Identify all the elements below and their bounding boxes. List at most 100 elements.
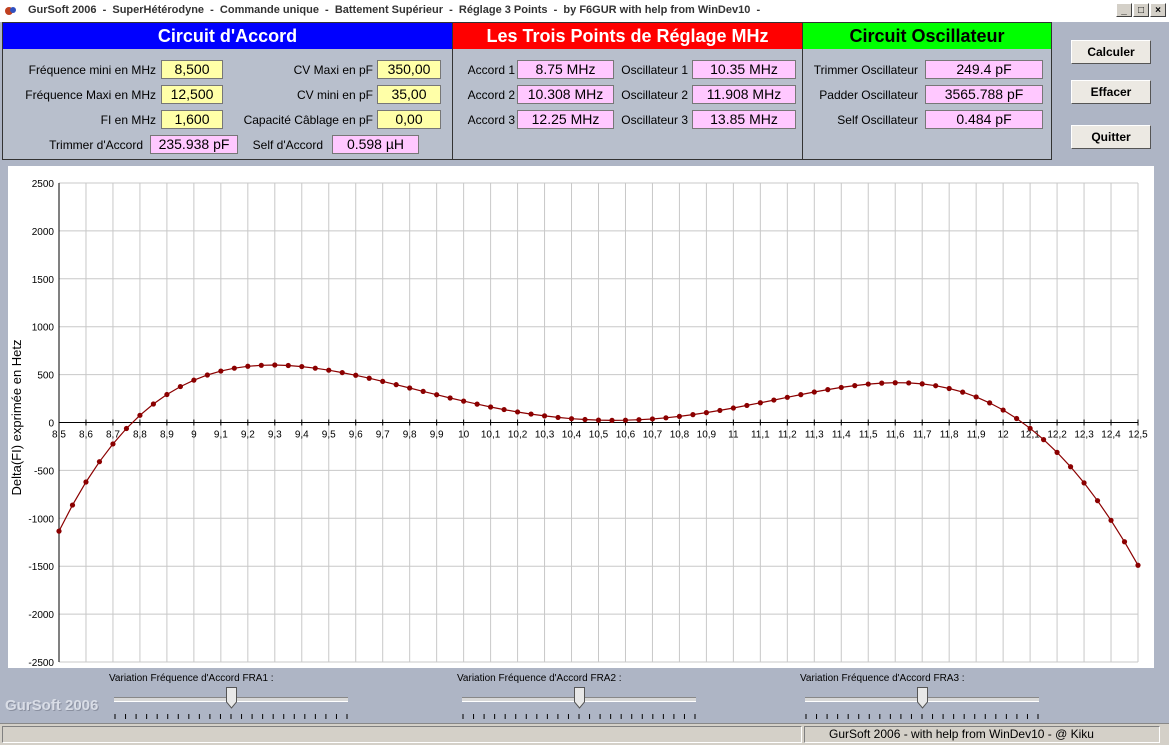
- x-tick-label: 12,2: [1047, 430, 1067, 441]
- x-tick-label: 11: [728, 430, 739, 441]
- x-tick-label: 10,9: [697, 430, 717, 441]
- data-point: [353, 372, 359, 378]
- data-point: [784, 394, 790, 400]
- y-tick-label: -2500: [28, 658, 54, 668]
- panel-trois-points: Les Trois Points de Réglage MHz Accord 1…: [452, 22, 803, 160]
- data-point: [218, 368, 224, 374]
- data-point: [272, 362, 278, 368]
- minimize-button[interactable]: _: [1116, 3, 1132, 17]
- osc1-field: 10.35 MHz: [692, 60, 796, 79]
- data-point: [1135, 562, 1141, 568]
- status-text: GurSoft 2006 - with help from WinDev10 -…: [804, 726, 1160, 743]
- data-point: [191, 377, 197, 383]
- trimmer-accord-label: Trimmer d'Accord: [49, 138, 143, 152]
- freq-min-field[interactable]: 8,500: [161, 60, 223, 79]
- capa-field[interactable]: 0,00: [377, 110, 441, 129]
- slider-fra1-thumb[interactable]: [225, 687, 237, 709]
- data-point: [555, 414, 561, 421]
- data-point: [393, 382, 399, 388]
- slider-fra2-thumb[interactable]: [573, 687, 585, 709]
- data-point: [1000, 407, 1006, 413]
- x-tick-label: 10,1: [481, 430, 501, 441]
- freq-max-field[interactable]: 12,500: [161, 85, 223, 104]
- slider-fra2-label: Variation Fréquence d'Accord FRA2 :: [457, 673, 622, 684]
- x-tick-label: 9,7: [376, 430, 390, 441]
- gursoft-watermark: GurSoft 2006: [5, 697, 99, 714]
- data-point: [461, 398, 467, 404]
- data-point: [730, 405, 736, 411]
- data-point: [663, 415, 669, 421]
- fi-field[interactable]: 1,600: [161, 110, 223, 129]
- data-point: [366, 375, 372, 381]
- data-point: [879, 380, 885, 386]
- cv-maxi-field[interactable]: 350,00: [377, 60, 441, 79]
- cv-mini-field[interactable]: 35,00: [377, 85, 441, 104]
- accord3-field: 12.25 MHz: [517, 110, 614, 129]
- data-point: [609, 417, 615, 423]
- data-point: [541, 413, 548, 419]
- x-tick-label: 10,8: [670, 430, 690, 441]
- data-point: [1027, 425, 1033, 431]
- data-point: [690, 412, 696, 418]
- data-point: [568, 416, 575, 422]
- data-point: [501, 406, 507, 413]
- self-accord-field: 0.598 µH: [332, 135, 419, 154]
- data-point: [380, 378, 386, 385]
- x-tick-label: 9,4: [295, 430, 309, 441]
- data-point: [1108, 517, 1114, 523]
- data-point: [811, 389, 817, 395]
- data-point: [407, 385, 413, 391]
- data-point: [919, 381, 925, 387]
- data-point: [299, 363, 305, 370]
- x-tick-label: 12: [998, 430, 1010, 441]
- slider-fra1-ticks: [114, 714, 348, 719]
- slider-fra3-thumb[interactable]: [916, 687, 928, 709]
- x-tick-label: 9,1: [214, 430, 228, 441]
- slider-fra3-ticks: [805, 714, 1039, 719]
- data-point: [636, 417, 642, 423]
- y-tick-label: 1000: [32, 323, 55, 334]
- self-accord-label: Self d'Accord: [252, 138, 323, 152]
- data-point: [649, 416, 656, 422]
- effacer-button[interactable]: Effacer: [1071, 80, 1151, 104]
- x-tick-label: 10,4: [562, 430, 582, 441]
- slider-fra3-label: Variation Fréquence d'Accord FRA3 :: [800, 673, 965, 684]
- x-tick-label: 10,5: [589, 430, 609, 441]
- data-point: [110, 441, 116, 447]
- data-point: [137, 412, 143, 418]
- cv-mini-label: CV mini en pF: [296, 88, 373, 102]
- padder-osc-field: 3565.788 pF: [925, 85, 1043, 104]
- data-point: [420, 388, 426, 394]
- cv-maxi-label: CV Maxi en pF: [293, 63, 373, 77]
- data-point: [825, 387, 831, 393]
- x-tick-label: 10: [458, 430, 470, 441]
- calculer-button[interactable]: Calculer: [1071, 40, 1151, 64]
- data-point: [744, 402, 750, 409]
- x-tick-label: 9,3: [268, 430, 282, 441]
- data-point: [231, 365, 237, 371]
- self-osc-field: 0.484 pF: [925, 110, 1043, 129]
- data-point: [865, 381, 871, 387]
- delta-fi-chart: 2500 2000 1500 1000 500 0 -500 -1000 -1500 -2000 -…: [8, 166, 1154, 669]
- data-point: [973, 394, 979, 400]
- close-button[interactable]: ×: [1150, 3, 1166, 17]
- data-point: [595, 417, 602, 423]
- data-point: [892, 380, 898, 386]
- data-point: [447, 395, 453, 401]
- fi-label: FI en MHz: [100, 113, 156, 127]
- data-point: [1054, 449, 1060, 455]
- accord1-field: 8.75 MHz: [517, 60, 614, 79]
- data-point: [1094, 498, 1101, 504]
- x-tick-label: 8,9: [160, 430, 174, 441]
- x-tick-label: 11,4: [832, 430, 851, 441]
- freq-min-label: Fréquence mini en MHz: [28, 63, 156, 77]
- x-tick-label: 9,2: [241, 430, 255, 441]
- trimmer-osc-label: Trimmer Oscillateur: [813, 63, 918, 77]
- data-point: [339, 369, 345, 376]
- osc2-field: 11.908 MHz: [692, 85, 796, 104]
- x-tick-label: 8,7: [106, 430, 120, 441]
- data-point: [717, 407, 723, 414]
- slider-fra2-ticks: [462, 714, 696, 719]
- quitter-button[interactable]: Quitter: [1071, 125, 1151, 149]
- maximize-button[interactable]: □: [1133, 3, 1149, 17]
